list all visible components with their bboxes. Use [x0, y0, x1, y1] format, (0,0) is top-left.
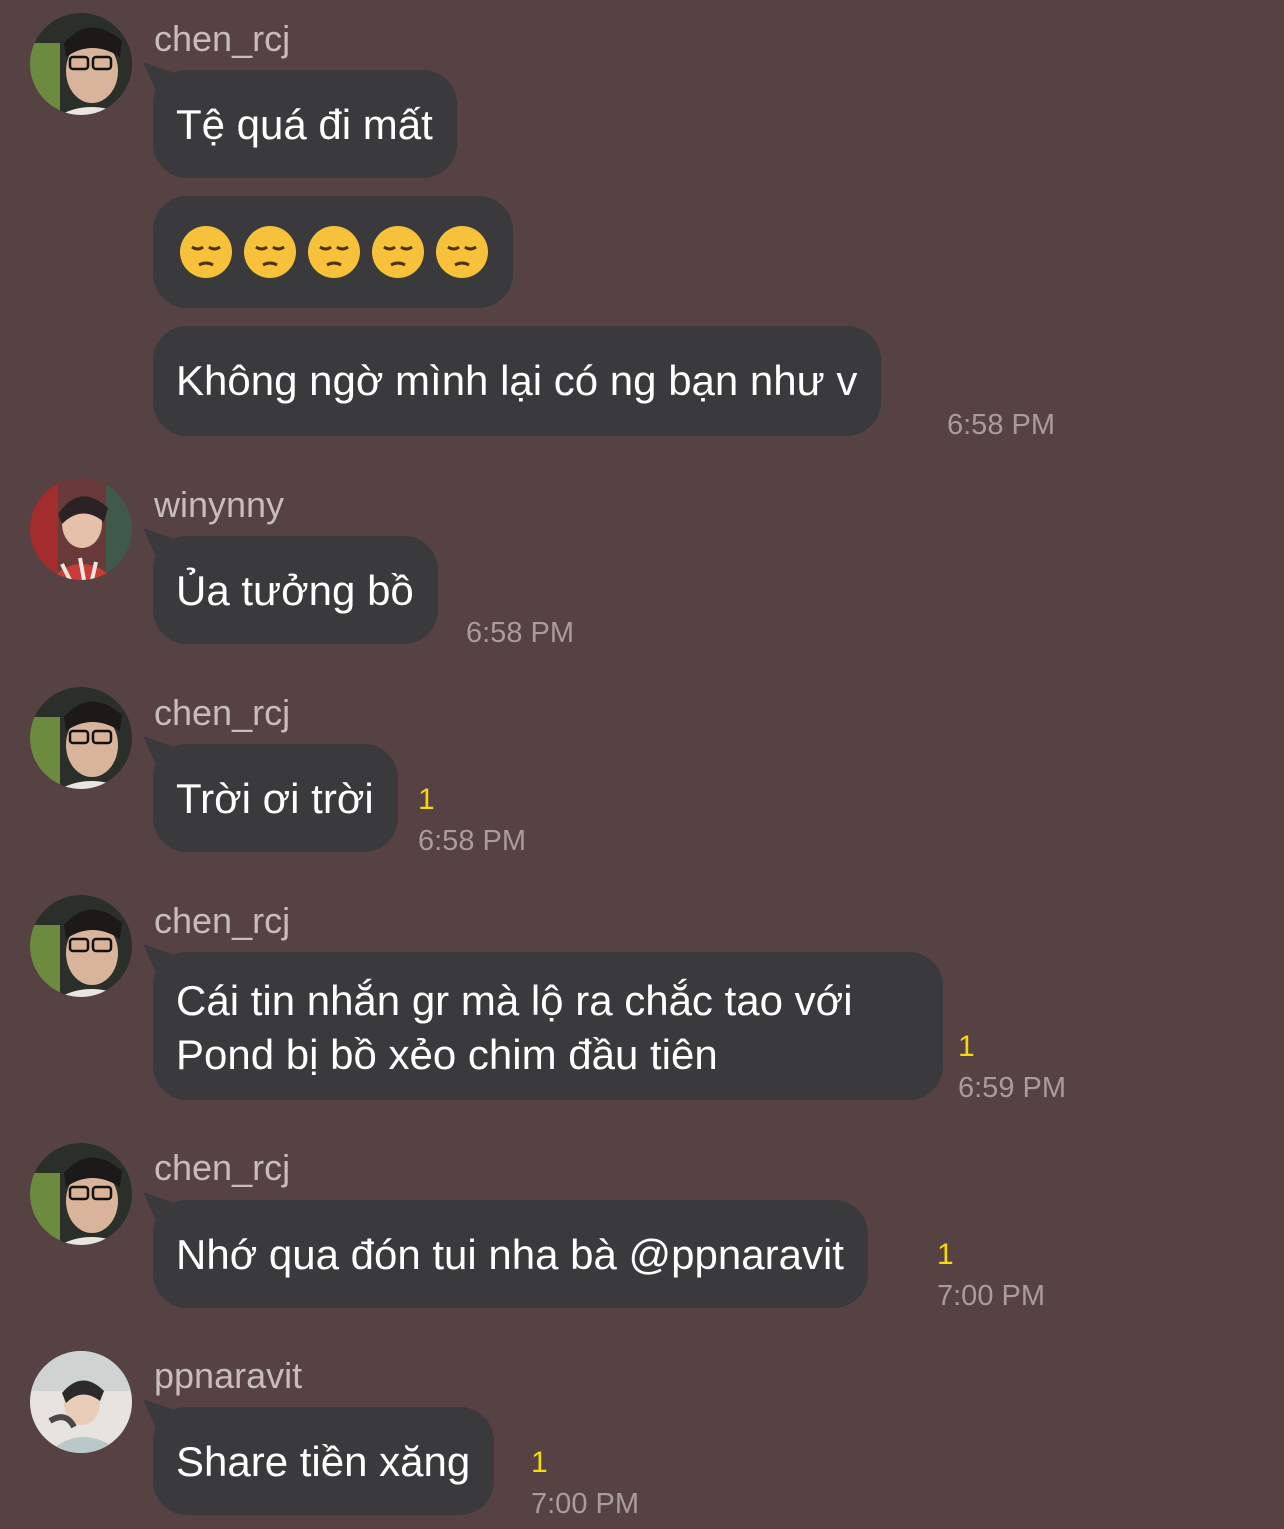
- message-timestamp: 6:58 PM: [466, 617, 574, 649]
- pensive-face-emoji: [307, 225, 361, 279]
- avatar-chen-rcj[interactable]: [30, 687, 132, 789]
- unread-count: 1: [531, 1446, 548, 1479]
- message-text: Ủa tưởng bồ: [176, 567, 414, 614]
- avatar-ppnaravit[interactable]: [30, 1351, 132, 1453]
- message-text: Cái tin nhắn gr mà lộ ra chắc tao với Po…: [176, 977, 853, 1078]
- avatar-chen-rcj[interactable]: [30, 13, 132, 115]
- message-bubble[interactable]: Tệ quá đi mất: [153, 70, 457, 178]
- emoji-row: [179, 196, 489, 308]
- message-bubble[interactable]: Ủa tưởng bồ: [153, 536, 438, 644]
- pensive-face-emoji: [371, 225, 425, 279]
- unread-count: 1: [958, 1030, 975, 1063]
- message-bubble[interactable]: [153, 196, 513, 308]
- message-text: Nhớ qua đón tui nha bà @ppnaravit: [176, 1231, 844, 1278]
- sender-name: ppnaravit: [154, 1355, 303, 1396]
- message-bubble[interactable]: Nhớ qua đón tui nha bà @ppnaravit: [153, 1200, 868, 1308]
- message-bubble[interactable]: Không ngờ mình lại có ng bạn như v: [153, 326, 882, 436]
- unread-count: 1: [418, 783, 435, 816]
- pensive-face-emoji: [435, 225, 489, 279]
- avatar-chen-rcj[interactable]: [30, 895, 132, 997]
- sender-name: winynny: [154, 484, 285, 525]
- message-timestamp: 7:00 PM: [937, 1280, 1045, 1312]
- sender-name: chen_rcj: [154, 1147, 291, 1188]
- sender-name: chen_rcj: [154, 692, 291, 733]
- message-text: Tệ quá đi mất: [176, 101, 433, 148]
- message-text: Không ngờ mình lại có ng bạn như v: [176, 357, 858, 404]
- message-bubble[interactable]: Share tiền xăng: [153, 1407, 495, 1515]
- avatar-chen-rcj[interactable]: [30, 1143, 132, 1245]
- pensive-face-emoji: [243, 225, 297, 279]
- message-text: Share tiền xăng: [176, 1438, 471, 1485]
- message-timestamp: 7:00 PM: [531, 1488, 639, 1520]
- message-bubble[interactable]: Trời ơi trời: [153, 744, 398, 852]
- avatar-winynny[interactable]: [30, 478, 132, 580]
- sender-name: chen_rcj: [154, 900, 291, 941]
- message-timestamp: 6:58 PM: [418, 825, 526, 857]
- pensive-face-emoji: [179, 225, 233, 279]
- message-text: Trời ơi trời: [176, 775, 374, 822]
- sender-name: chen_rcj: [154, 18, 291, 59]
- unread-count: 1: [937, 1238, 954, 1271]
- message-timestamp: 6:59 PM: [958, 1072, 1066, 1104]
- message-bubble[interactable]: Cái tin nhắn gr mà lộ ra chắc tao với Po…: [153, 952, 943, 1100]
- message-timestamp: 6:58 PM: [947, 409, 1055, 441]
